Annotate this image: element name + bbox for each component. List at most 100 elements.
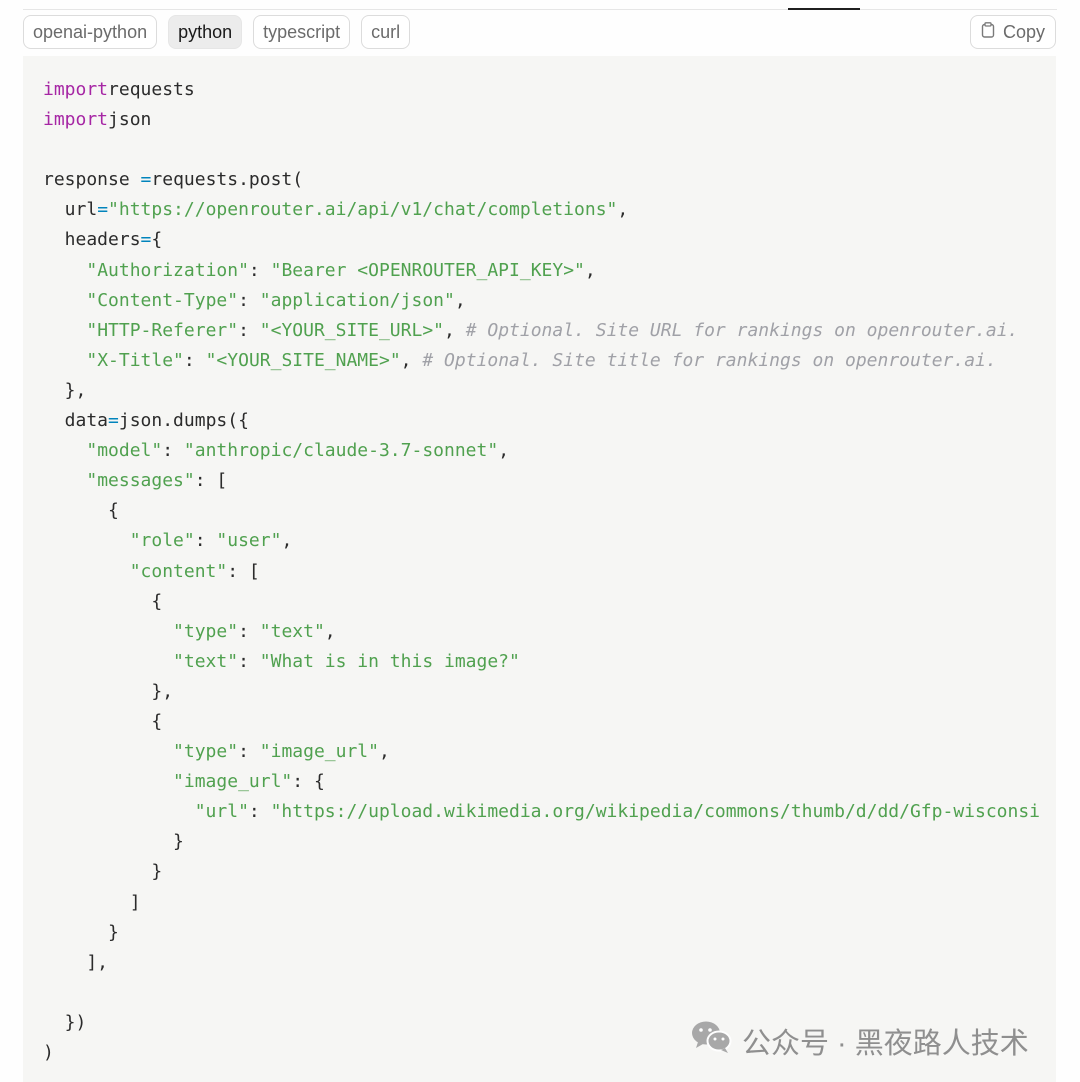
code-text: : {	[292, 771, 325, 793]
code-line: "Authorization": "Bearer <OPENROUTER_API…	[43, 256, 1056, 286]
code-string: "text"	[259, 620, 325, 642]
code-line: data=json.dumps({	[43, 406, 1056, 436]
code-string: "https://upload.wikimedia.org/wikipedia/…	[270, 801, 1041, 823]
code-text: }	[43, 861, 163, 883]
active-indicator	[788, 8, 860, 10]
code-string: "X-Title"	[86, 349, 184, 371]
code-line: importrequests	[43, 75, 1056, 105]
watermark-text: 公众号 · 黑夜路人技术	[742, 1028, 1029, 1060]
code-text: : [	[194, 470, 228, 492]
code-string: "https://openrouter.ai/api/v1/chat/compl…	[108, 199, 618, 221]
code-text: },	[43, 680, 174, 702]
code-string: "image_url"	[173, 771, 293, 793]
code-string: "type"	[173, 620, 239, 642]
code-string: "messages"	[86, 470, 195, 492]
code-line: "image_url": {	[43, 767, 1056, 797]
code-line: },	[43, 376, 1056, 406]
code-line: ]	[43, 888, 1056, 918]
code-line: },	[43, 677, 1056, 707]
tab-openai-python[interactable]: openai-python	[23, 15, 158, 49]
code-string: "content"	[129, 560, 228, 582]
tab-curl[interactable]: curl	[361, 15, 411, 49]
code-text: :	[162, 440, 184, 462]
code-line: }	[43, 918, 1056, 948]
code-string: "user"	[216, 530, 282, 552]
code-line: {	[43, 587, 1056, 617]
code-text: })	[43, 1011, 87, 1033]
code-line: "messages": [	[43, 466, 1056, 496]
code-string: "application/json"	[259, 289, 455, 311]
code-text: ,	[498, 440, 510, 462]
code-operator: =	[140, 169, 152, 191]
code-comment: # Optional. Site URL for rankings on ope…	[465, 319, 1019, 341]
tab-typescript[interactable]: typescript	[253, 15, 351, 49]
code-line: {	[43, 707, 1056, 737]
code-text: }	[43, 831, 184, 853]
code-text: response	[43, 169, 141, 191]
code-text: ,	[400, 349, 423, 371]
code-text: {	[151, 229, 163, 251]
code-text: ,	[444, 319, 466, 341]
top-divider	[23, 9, 1057, 10]
code-text: ,	[281, 530, 293, 552]
copy-button[interactable]: Copy	[969, 15, 1056, 49]
code-line: {	[43, 496, 1056, 526]
code-text: :	[194, 530, 217, 552]
code-string: "url"	[194, 801, 249, 823]
code-string: "anthropic/claude-3.7-sonnet"	[183, 440, 499, 462]
language-tabs: openai-python python typescript curl	[23, 15, 411, 49]
tab-python[interactable]: python	[168, 15, 243, 49]
code-text: json.dumps({	[118, 410, 249, 432]
code-text: {	[43, 500, 119, 522]
code-keyword: import	[43, 79, 109, 100]
code-text: ],	[43, 951, 109, 973]
code-text: requests.post(	[151, 169, 304, 191]
code-text: :	[248, 801, 271, 823]
code-string: "image_url"	[259, 741, 379, 763]
code-line: "role": "user",	[43, 526, 1056, 556]
clipboard-icon	[981, 21, 995, 43]
code-text: requests	[108, 79, 195, 100]
code-text: ,	[617, 199, 629, 221]
code-line: importjson	[43, 105, 1056, 135]
code-operator: =	[108, 410, 119, 432]
copy-label: Copy	[1002, 21, 1045, 42]
code-text: : [	[227, 560, 260, 582]
code-content: importrequests importjson response =reque…	[23, 56, 1056, 1068]
code-text: ]	[43, 891, 141, 913]
code-text: {	[43, 590, 163, 612]
watermark: 公众号 · 黑夜路人技术	[690, 1020, 1029, 1062]
code-text: :	[248, 259, 271, 281]
code-text: :	[238, 650, 260, 672]
code-line: "type": "text",	[43, 617, 1056, 647]
code-string: "text"	[173, 650, 239, 672]
code-string: "HTTP-Referer"	[86, 319, 239, 341]
code-operator: =	[97, 199, 109, 221]
code-comment: # Optional. Site title for rankings on o…	[422, 349, 997, 371]
code-string: "Bearer <OPENROUTER_API_KEY>"	[270, 259, 585, 281]
code-line: response =requests.post(	[43, 165, 1056, 195]
code-line: "Content-Type": "application/json",	[43, 286, 1056, 316]
code-text: :	[238, 741, 260, 763]
code-string: "role"	[129, 530, 195, 552]
code-keyword: import	[43, 109, 109, 131]
code-line: url="https://openrouter.ai/api/v1/chat/c…	[43, 195, 1056, 225]
code-line: "model": "anthropic/claude-3.7-sonnet",	[43, 436, 1056, 466]
code-text: ,	[378, 741, 390, 763]
code-text: ,	[454, 289, 466, 311]
code-line: "X-Title": "<YOUR_SITE_NAME>", # Optiona…	[43, 346, 1056, 376]
code-text: )	[43, 1042, 54, 1063]
code-line: "url": "https://upload.wikimedia.org/wik…	[43, 797, 1056, 827]
